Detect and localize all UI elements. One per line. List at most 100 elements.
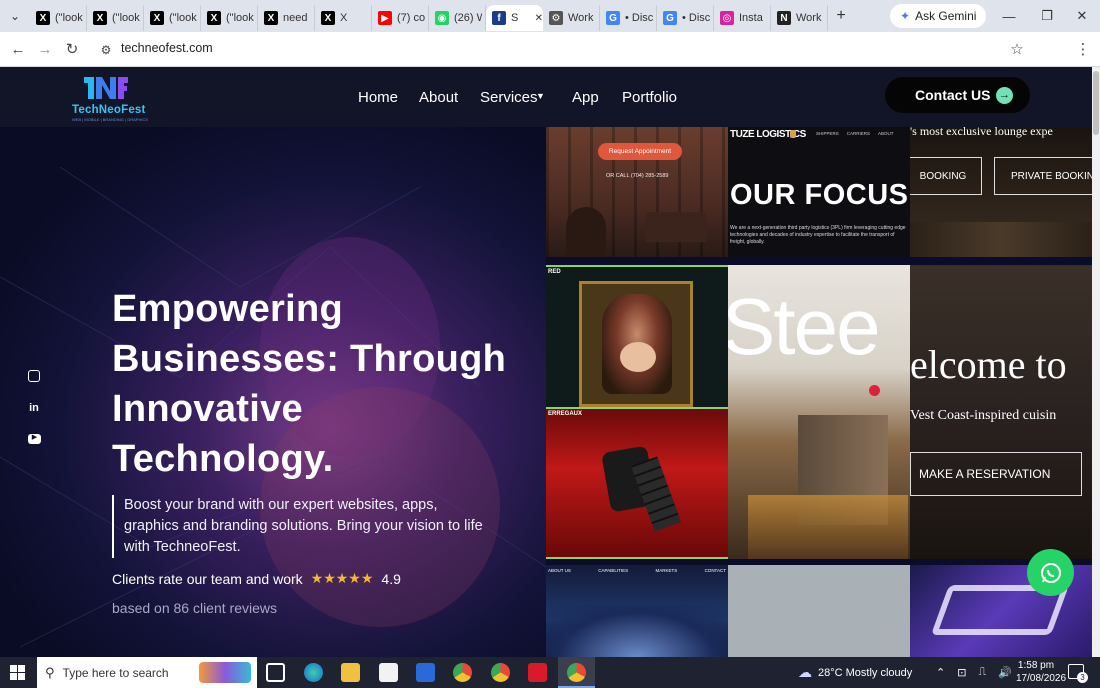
web-page: TechNeoFest WEB | MOBILE | BRANDING | GR…	[0, 67, 1100, 657]
nav-services[interactable]: Services	[480, 89, 538, 106]
browser-tab[interactable]: ⚙ Work	[543, 5, 600, 31]
instagram-icon[interactable]	[28, 370, 40, 382]
forward-icon[interactable]: →	[35, 40, 55, 60]
network-icon[interactable]: ⎍	[978, 666, 986, 679]
services-chevron-down-icon[interactable]: ▼	[536, 91, 545, 101]
portfolio-tile-4[interactable]: RED	[546, 265, 728, 409]
portfolio-tile-6[interactable]: elcome to Vest Coast-inspired cuisin MAK…	[910, 265, 1092, 559]
notification-count: 3	[1077, 672, 1088, 683]
browser-tab[interactable]: X ("looking	[144, 5, 201, 31]
youtube-icon[interactable]: ▶	[28, 434, 41, 444]
make-reservation-button[interactable]: MAKE A RESERVATION	[910, 452, 1082, 496]
nav-home[interactable]: Home	[358, 89, 398, 106]
taskbar-search-box[interactable]: ⚲ Type here to search	[37, 657, 257, 688]
back-icon[interactable]: ←	[8, 40, 28, 60]
private-booking-button[interactable]: PRIVATE BOOKIN	[994, 157, 1092, 195]
browser-tab-title: (26) W	[454, 12, 482, 24]
task-view-icon[interactable]	[266, 663, 285, 682]
new-tab-button[interactable]: +	[828, 7, 854, 25]
notification-icon[interactable]: 3	[1068, 664, 1088, 683]
tile-8-nav-item[interactable]: CAPABILITIES	[598, 568, 628, 573]
windows-taskbar: ⚲ Type here to search ☁ 28°C Mostly clou…	[0, 657, 1100, 688]
chevron-up-icon[interactable]: ⌃	[936, 666, 945, 679]
portfolio-tile-9[interactable]	[728, 565, 910, 657]
clock[interactable]: 1:58 pm 17/08/2026	[1016, 659, 1066, 685]
browser-tab[interactable]: Xneed	[258, 5, 315, 31]
browser-tab[interactable]: X ("looking	[30, 5, 87, 31]
browser-tab-title: ("looking	[169, 12, 197, 24]
browser-tab[interactable]: XX	[315, 5, 372, 31]
portfolio-tile-5[interactable]: Stee	[728, 265, 910, 559]
tile-8-nav-item[interactable]: ABOUT US	[548, 568, 571, 573]
ask-gemini-button[interactable]: ✦ Ask Gemini	[890, 4, 987, 28]
chrome-icon[interactable]	[453, 663, 472, 682]
tuze-nav-item[interactable]: CARRIERS	[847, 131, 870, 136]
browser-tab-title: • Disc	[682, 12, 710, 24]
browser-tab[interactable]: X ("looking	[87, 5, 144, 31]
browser-tab[interactable]: ▶ (7) co	[372, 5, 429, 31]
stee-heading: Stee	[728, 282, 881, 371]
browser-tab-title: Work	[796, 12, 822, 24]
file-explorer-icon[interactable]	[341, 663, 360, 682]
wps-office-icon[interactable]	[528, 663, 547, 682]
tile-8-nav-item[interactable]: CONTACT	[705, 568, 726, 573]
url-field[interactable]: techneofest.com	[121, 41, 213, 55]
browser-tab[interactable]: N Work	[771, 5, 828, 31]
page-scrollbar[interactable]	[1092, 67, 1100, 657]
weather-widget[interactable]: ☁ 28°C Mostly cloudy	[798, 657, 912, 688]
bookmark-star-icon[interactable]: ☆	[1007, 40, 1027, 60]
volume-icon[interactable]: 🔊	[998, 666, 1012, 679]
nav-app[interactable]: App	[572, 89, 599, 106]
browser-tab[interactable]: G • Disc	[657, 5, 714, 31]
scrollbar-thumb[interactable]	[1093, 71, 1099, 135]
nav-about[interactable]: About	[419, 89, 458, 106]
site-icon: f	[492, 11, 506, 25]
chrome-profile-icon[interactable]	[491, 663, 510, 682]
minimize-icon[interactable]: —	[990, 0, 1028, 32]
tile-8-nav-item[interactable]: MARKETS	[655, 568, 677, 573]
portfolio-tile-3[interactable]: 's most exclusive lounge expe BOOKING PR…	[910, 127, 1092, 257]
portfolio-tile-1[interactable]: Request Appointment OR CALL (704) 285-25…	[546, 127, 728, 257]
meet-icon[interactable]: ⊡	[957, 666, 966, 679]
request-appointment-button[interactable]: Request Appointment	[598, 143, 682, 160]
browser-tab[interactable]: ◎ Insta	[714, 5, 771, 31]
portfolio-tile-7[interactable]: ERREGAUX	[546, 409, 728, 559]
store-icon[interactable]	[379, 663, 398, 682]
contact-us-button[interactable]: Contact US →	[885, 77, 1030, 113]
tuze-nav-item[interactable]: SHIPPERS	[816, 131, 839, 136]
tab-search-chevron-icon[interactable]: ⌄	[0, 0, 30, 32]
browser-tab[interactable]: f S ✕	[486, 5, 543, 31]
browser-tab-title: ("looking	[55, 12, 83, 24]
tile-8-nav: ABOUT US CAPABILITIES MARKETS CONTACT	[546, 568, 728, 573]
restore-icon[interactable]: ❐	[1028, 0, 1066, 32]
techneofest-logo-icon[interactable]	[82, 75, 128, 101]
whatsapp-chat-button[interactable]	[1027, 549, 1074, 596]
browser-tab[interactable]: X ("looking	[201, 5, 258, 31]
site-info-icon[interactable]: ⚙	[96, 40, 116, 60]
hero-title: Empowering Businesses: Through Innovativ…	[112, 288, 507, 480]
logo-text[interactable]: TechNeoFest	[72, 104, 146, 116]
portfolio-tile-2[interactable]: TUZE LOGISTICS SHIPPERS CARRIERS ABOUT O…	[728, 127, 910, 257]
active-chrome-taskbar-button[interactable]	[558, 657, 595, 688]
tuze-nav-item[interactable]: ABOUT	[878, 131, 894, 136]
taskbar-search-placeholder: Type here to search	[62, 665, 169, 680]
search-icon: ⚲	[45, 664, 55, 680]
windows-start-icon[interactable]	[10, 665, 25, 680]
portfolio-tile-8[interactable]: ABOUT US CAPABILITIES MARKETS CONTACT	[546, 565, 728, 657]
browser-tab[interactable]: G • Disc	[600, 5, 657, 31]
browser-menu-icon[interactable]: ⋮	[1073, 40, 1093, 60]
edge-icon[interactable]	[304, 663, 323, 682]
booking-button[interactable]: BOOKING	[910, 157, 982, 195]
nav-portfolio[interactable]: Portfolio	[622, 89, 677, 106]
whatsapp-icon	[1040, 562, 1061, 583]
browser-tab-title: Insta	[739, 12, 763, 24]
mail-icon[interactable]	[416, 663, 435, 682]
address-bar: ← → ↻ ⚙ techneofest.com ☆ A ⋮	[0, 32, 1100, 89]
close-window-icon[interactable]: ✕	[1063, 0, 1100, 32]
linkedin-icon[interactable]: in	[28, 402, 40, 414]
reload-icon[interactable]: ↻	[62, 40, 82, 60]
instagram-icon: ◎	[720, 11, 734, 25]
browser-tab[interactable]: ◉ (26) W	[429, 5, 486, 31]
close-tab-icon[interactable]: ✕	[535, 13, 543, 24]
chrome-active-icon	[567, 663, 586, 682]
